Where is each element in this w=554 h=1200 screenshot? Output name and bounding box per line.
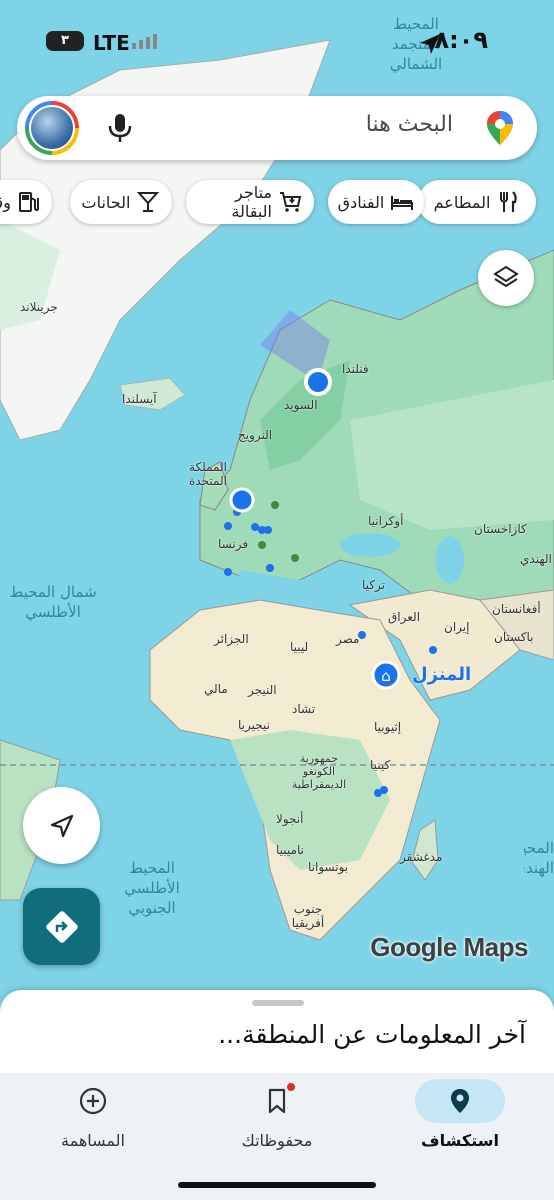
layers-button[interactable] xyxy=(478,250,534,306)
map-label-nigeria: نيجيريا xyxy=(238,718,270,732)
map-label-ethiopia: إثيوبيا xyxy=(374,720,402,734)
map-label-iceland: آيسلندا xyxy=(122,392,157,406)
map-label-drc: جمهورية الكونغو الديمقراطية xyxy=(291,752,347,791)
map-label-norway: النرويج xyxy=(238,428,273,442)
nav-label: المساهمة xyxy=(61,1131,125,1150)
chip-hotels[interactable]: الفنادق xyxy=(328,180,424,224)
chip-label: الحانات xyxy=(81,192,131,212)
sea-label-south-atlantic: المحيط الأطلسي الجنوبي xyxy=(124,859,180,917)
map-label-egypt: مصر xyxy=(336,632,360,646)
notification-dot xyxy=(287,1083,295,1091)
chip-label: متاجر البقالة xyxy=(231,183,272,221)
avatar[interactable] xyxy=(25,101,79,155)
google-maps-pin-icon xyxy=(487,111,513,145)
chip-restaurants[interactable]: المطاعم xyxy=(418,180,536,224)
map-label-mali: مالي xyxy=(204,682,228,696)
chip-label: وقـ xyxy=(0,192,12,212)
nav-saved[interactable]: محفوظاتك xyxy=(197,1073,357,1163)
hotel-icon xyxy=(391,196,414,210)
map-label-sweden: السويد xyxy=(284,398,318,412)
signal-icon xyxy=(132,34,157,49)
chip-bars[interactable]: الحانات xyxy=(70,180,172,224)
sheet-title: آخر المعلومات عن المنطقة... xyxy=(218,1020,526,1049)
map-label-france: فرنسا xyxy=(218,537,249,551)
nav-contribute[interactable]: المساهمة xyxy=(13,1073,173,1163)
map-label-south-africa: جنوب أفريقيا xyxy=(291,902,325,930)
map-label-algeria: الجزائر xyxy=(214,632,249,646)
chip-grocery[interactable]: متاجر البقالة xyxy=(186,180,314,224)
add-circle-icon xyxy=(79,1087,107,1115)
map-label-libya: ليبيا xyxy=(290,640,309,654)
bottom-navigation: استكشاف محفوظاتك المساهمة xyxy=(0,1073,554,1200)
home-label[interactable]: المنزل xyxy=(412,664,471,685)
map-label-madagascar: مدغشقر xyxy=(400,850,443,864)
map-label-botswana: بوتسوانا xyxy=(308,860,349,874)
battery-indicator: ٣ xyxy=(46,31,84,51)
chip-label: المطاعم xyxy=(433,192,491,212)
map-label-turkey: تركيا xyxy=(362,578,385,592)
layers-icon xyxy=(493,265,519,288)
map-label-namibia: ناميبيا xyxy=(276,843,304,857)
search-input[interactable]: البحث هنا xyxy=(366,112,453,137)
status-time: ٨:٠٩ xyxy=(434,26,488,54)
search-bar[interactable]: البحث هنا xyxy=(17,96,537,160)
sea-label-indian: المحيط الهندي xyxy=(524,839,554,877)
map-label-chad: تشاد xyxy=(292,702,316,716)
cart-icon xyxy=(280,192,302,212)
gas-station-icon xyxy=(19,192,40,212)
home-indicator[interactable] xyxy=(178,1182,376,1188)
map-label-iraq: العراق xyxy=(388,610,421,624)
bookmark-icon xyxy=(268,1088,286,1114)
map-label-ukraine: أوكرانيا xyxy=(368,514,404,528)
map-label-kazakhstan: كازاخستان xyxy=(474,522,527,536)
drag-handle[interactable] xyxy=(252,1000,304,1006)
nav-label: استكشاف xyxy=(421,1131,499,1150)
svg-text:⌂: ⌂ xyxy=(381,667,391,685)
map-label-pakistan: باكستان xyxy=(494,630,534,644)
map-label-iran: إيران xyxy=(444,620,470,634)
map-label-niger: النيجر xyxy=(248,683,277,697)
map-label-india: الهندي xyxy=(520,552,552,566)
map-label-greenland: جرينلاند xyxy=(20,300,58,314)
google-maps-logo: Google Maps xyxy=(370,932,528,962)
microphone-icon[interactable] xyxy=(105,112,135,144)
nav-label: محفوظاتك xyxy=(241,1131,313,1150)
map-label-angola: أنجولا xyxy=(276,812,304,826)
directions-button[interactable] xyxy=(23,888,100,965)
map-label-finland: فنلندا xyxy=(342,362,369,376)
location-arrow-icon xyxy=(420,34,440,54)
sea-label-north-atlantic: شمال المحيط الأطلسي xyxy=(9,583,97,621)
map-label-uk: المملكة المتحدة xyxy=(189,460,227,488)
chip-gas[interactable]: وقـ xyxy=(0,180,52,224)
navigation-arrow-icon xyxy=(50,814,74,838)
nav-explore[interactable]: استكشاف xyxy=(380,1073,540,1163)
bar-icon xyxy=(137,192,160,212)
restaurant-icon xyxy=(500,191,518,212)
my-location-button[interactable] xyxy=(23,787,100,864)
map-label-kenya: كينيا xyxy=(370,758,391,772)
directions-icon xyxy=(46,911,78,943)
location-pin-icon xyxy=(451,1089,469,1113)
network-type: LTE xyxy=(93,31,130,55)
chip-label: الفنادق xyxy=(337,192,385,212)
map-label-afghanistan: أفغانستان xyxy=(492,602,541,616)
